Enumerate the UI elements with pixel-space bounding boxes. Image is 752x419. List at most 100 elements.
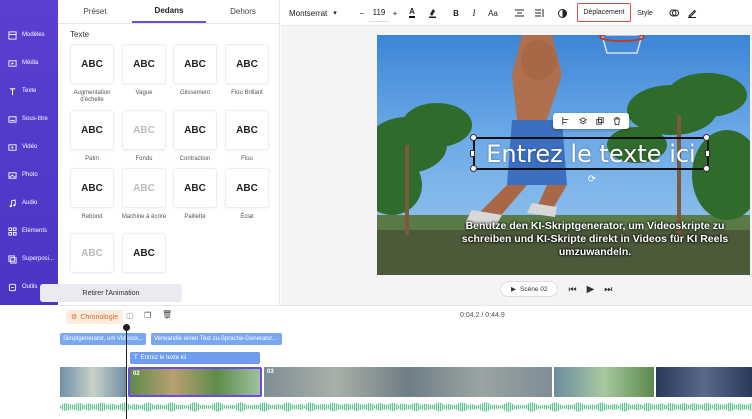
animation-preview-glyph: ABC <box>133 124 155 136</box>
font-size-input[interactable]: 119 <box>369 4 389 22</box>
video-clip[interactable] <box>656 367 752 397</box>
font-select[interactable]: Montserrat ▾ <box>289 0 353 26</box>
previous-icon[interactable]: ⏮ <box>568 284 576 295</box>
nav-label: Modèles <box>22 32 45 38</box>
animation-card[interactable]: ABC <box>122 44 166 84</box>
scene-label: Scène 02 <box>520 285 548 293</box>
style-button[interactable]: Style <box>633 0 657 26</box>
tab-dedans[interactable]: Dedans <box>132 0 206 23</box>
resize-handle-bottom-left[interactable] <box>470 165 477 172</box>
remove-animation-button[interactable]: Retirer l'Animation <box>40 284 182 302</box>
animation-card[interactable]: ABC <box>122 110 166 150</box>
animation-card[interactable]: ABC <box>122 233 166 273</box>
overlay-icon <box>8 254 17 264</box>
playhead-handle[interactable] <box>123 324 130 331</box>
play-icon[interactable]: ▶ <box>587 284 595 295</box>
audio-icon <box>9 198 16 207</box>
tab-preset[interactable]: Préset <box>58 0 132 23</box>
align-center-icon[interactable] <box>512 0 526 26</box>
animation-preview-glyph: ABC <box>184 124 206 136</box>
tab-dehors[interactable]: Dehors <box>206 0 280 23</box>
animation-card[interactable]: ABC <box>70 233 114 273</box>
chronologie-button[interactable]: ⚙ Chronologie <box>66 310 124 324</box>
deplacement-button[interactable]: Déplacement <box>577 3 631 22</box>
resize-handle-right[interactable] <box>705 150 710 157</box>
nav-label: Photo <box>22 172 38 178</box>
nav-item-video[interactable]: Vidéo <box>0 136 58 158</box>
text-box-toolbar <box>553 113 629 129</box>
text-element[interactable]: Entrez le texte ici <box>473 137 709 170</box>
duplicate-icon[interactable] <box>595 117 604 125</box>
nav-item-audio[interactable]: Audio <box>0 192 58 214</box>
next-icon[interactable]: ⏭ <box>604 284 612 295</box>
timeline-icon: ⚙ <box>71 314 78 321</box>
animation-card[interactable]: ABC <box>122 168 166 208</box>
font-size-decrease-button[interactable]: − <box>358 0 366 26</box>
animation-card-label: Fondu <box>135 156 153 162</box>
animation-preview-glyph: ABC <box>184 182 206 194</box>
play-icon: ▶ <box>511 286 516 293</box>
resize-handle-top-right[interactable] <box>703 134 710 141</box>
nav-item-elements[interactable]: Eléments <box>0 220 58 242</box>
scene-play-button[interactable]: ▶ Scène 02 <box>500 281 559 297</box>
audio-waveform[interactable] <box>60 400 752 414</box>
nav-item-superposition[interactable]: Superposi... <box>0 248 58 270</box>
playhead[interactable] <box>126 324 127 419</box>
animation-card[interactable]: ABC <box>70 168 114 208</box>
animation-card[interactable]: ABC <box>173 168 217 208</box>
spacing-icon[interactable] <box>532 0 546 26</box>
animation-card[interactable]: ABC <box>225 110 269 150</box>
text-case-button[interactable]: Aa <box>485 0 501 26</box>
subtitle-icon <box>8 115 17 123</box>
media-icon <box>8 59 17 67</box>
nav-item-texte[interactable]: Texte <box>0 80 58 102</box>
animation-preview-glyph: ABC <box>133 247 155 259</box>
highlight-icon[interactable] <box>425 0 439 26</box>
split-icon[interactable]: ◫ <box>126 311 134 320</box>
italic-button[interactable]: I <box>467 0 481 26</box>
trash-icon[interactable] <box>613 117 621 125</box>
nav-label: Vidéo <box>22 144 38 150</box>
animation-card[interactable]: ABC <box>225 168 269 208</box>
duplicate-clip-icon[interactable]: ❐ <box>144 311 151 320</box>
bold-button[interactable]: B <box>449 0 463 26</box>
animation-card-label: Contraction <box>179 156 211 162</box>
animation-card[interactable]: ABC <box>225 44 269 84</box>
nav-item-sous-titre[interactable]: Sous-titre <box>0 108 58 130</box>
layers-icon[interactable] <box>578 117 587 125</box>
align-icon[interactable] <box>561 117 570 125</box>
resize-handle-top-left[interactable] <box>470 134 477 141</box>
chronologie-label: Chronologie <box>80 313 119 321</box>
track-text-clip[interactable]: Verwandle einen Text zu-Sprache-Generato… <box>151 333 282 345</box>
animation-preview-glyph: ABC <box>133 58 155 70</box>
animation-card[interactable]: ABC <box>70 110 114 150</box>
text-element-content[interactable]: Entrez le texte ici <box>486 140 695 168</box>
resize-handle-left[interactable] <box>470 150 475 157</box>
animation-card-label: Paillette <box>184 214 206 220</box>
track-text-clip-selected[interactable]: T Entrez le texte ici <box>130 352 260 364</box>
nav-item-modeles[interactable]: Modèles <box>0 24 58 46</box>
animation-card-label: Rebond <box>81 214 103 220</box>
video-clip[interactable]: 03 <box>264 367 552 397</box>
animation-card[interactable]: ABC <box>173 110 217 150</box>
font-size-increase-button[interactable]: + <box>391 0 399 26</box>
resize-handle-bottom-right[interactable] <box>703 165 710 172</box>
animation-preview-glyph: ABC <box>81 124 103 136</box>
nav-item-photo[interactable]: Photo <box>0 164 58 186</box>
video-clip[interactable] <box>554 367 654 397</box>
text-color-icon[interactable]: A <box>405 0 419 26</box>
track-text-clip[interactable]: Skriptgenerator, um Videosk... <box>60 333 146 345</box>
rotate-icon[interactable]: ⟳ <box>587 175 597 185</box>
effects-icon[interactable] <box>667 0 681 26</box>
nav-item-media[interactable]: Média <box>0 52 58 74</box>
animation-card[interactable]: ABC <box>173 44 217 84</box>
animation-card[interactable]: ABC <box>70 44 114 84</box>
video-clip-selected[interactable]: 02 <box>128 367 262 397</box>
video-clip[interactable] <box>60 367 126 397</box>
opacity-icon[interactable] <box>555 0 569 26</box>
animation-preview-glyph: ABC <box>184 58 206 70</box>
edit-pen-icon[interactable] <box>685 0 699 26</box>
subtitle-text[interactable]: Benutze den KI-Skriptgenerator, um Video… <box>455 220 735 259</box>
animation-card-label: Flou Brillant <box>231 90 263 96</box>
delete-clip-icon[interactable]: 🗑 <box>162 310 172 319</box>
